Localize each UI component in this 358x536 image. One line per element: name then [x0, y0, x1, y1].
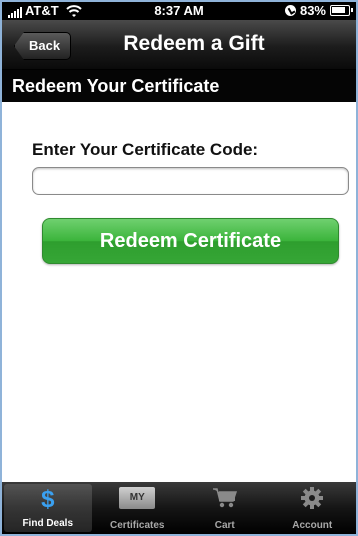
- tab-certificates[interactable]: MY Certificates: [94, 482, 182, 534]
- tab-label: Certificates: [110, 520, 165, 531]
- tab-label: Find Deals: [22, 518, 74, 529]
- rotation-lock-icon: [284, 5, 296, 16]
- tab-find-deals[interactable]: $ Find Deals: [4, 484, 92, 532]
- tab-label: Account: [292, 520, 333, 531]
- certificate-code-input[interactable]: [32, 167, 349, 195]
- phone-screen: AT&T 8:37 AM 83% Back Redeem a Gift Rede…: [0, 0, 358, 536]
- section-header: Redeem Your Certificate: [2, 70, 356, 102]
- cart-icon: [212, 488, 237, 508]
- redeem-certificate-button[interactable]: Redeem Certificate: [42, 218, 339, 264]
- dollar-icon: $: [41, 486, 55, 513]
- battery-icon: [330, 5, 353, 16]
- battery-percent: 83%: [299, 3, 326, 18]
- page-title: Redeem a Gift: [123, 32, 265, 55]
- status-bar: AT&T 8:37 AM 83%: [2, 2, 356, 20]
- gear-icon: [301, 487, 324, 509]
- my-certificates-icon: MY: [119, 487, 156, 509]
- tab-label: Cart: [214, 520, 235, 531]
- tab-bar: $ Find Deals MY Certificates Cart Accoun…: [2, 482, 356, 534]
- status-right: 83%: [284, 3, 353, 18]
- tab-account[interactable]: Account: [269, 482, 357, 534]
- tab-cart[interactable]: Cart: [181, 482, 269, 534]
- navigation-bar: Back Redeem a Gift: [2, 20, 356, 70]
- certificate-code-label: Enter Your Certificate Code:: [32, 140, 259, 159]
